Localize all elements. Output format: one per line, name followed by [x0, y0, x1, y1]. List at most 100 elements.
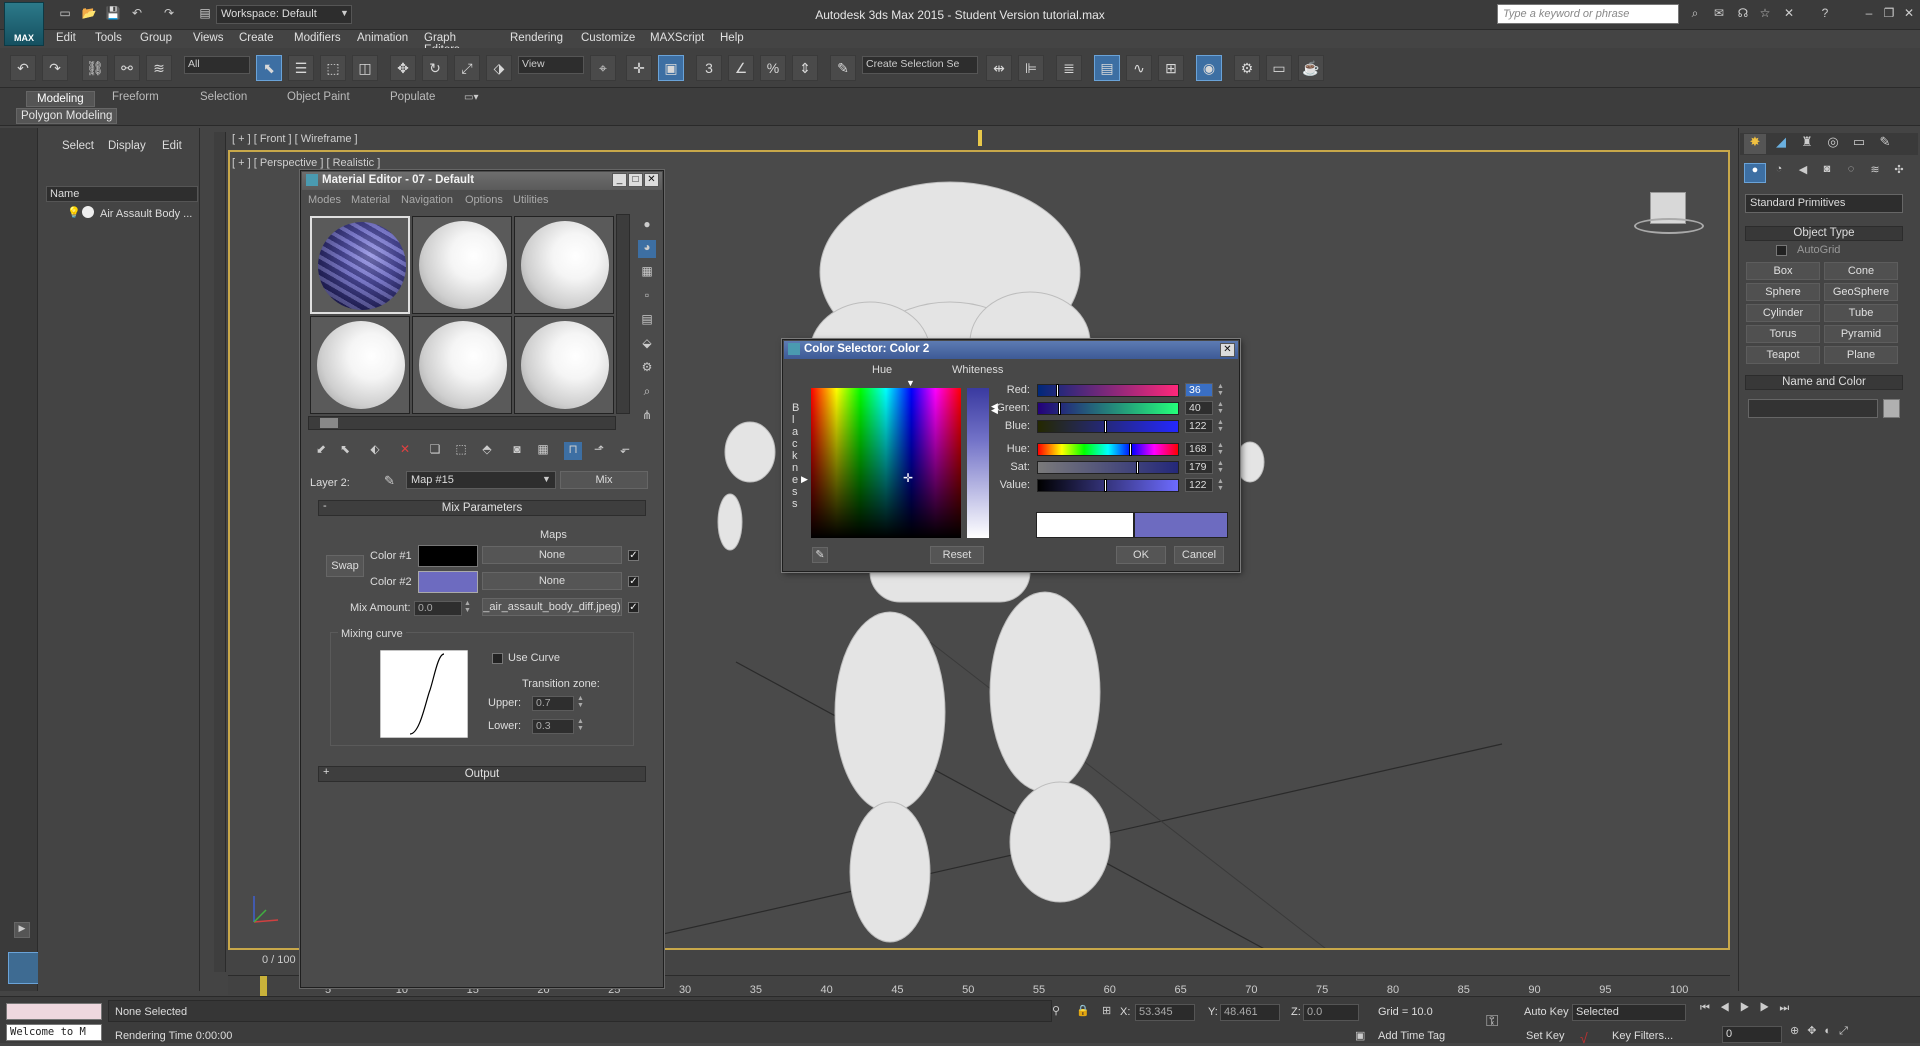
ribbon-tab-object-paint[interactable]: Object Paint: [287, 91, 350, 103]
material-map-navigator-icon[interactable]: ⋔: [638, 408, 656, 426]
spinner-snap-button[interactable]: ⇕: [792, 55, 818, 81]
scene-explorer-toggle-button[interactable]: ▤: [1094, 55, 1120, 81]
swap-button[interactable]: Swap: [326, 555, 364, 577]
favorites-star-icon[interactable]: ☆: [1756, 6, 1774, 22]
percent-snap-button[interactable]: %: [760, 55, 786, 81]
window-crossing-button[interactable]: ◫: [352, 55, 378, 81]
time-slider-thumb[interactable]: [260, 976, 267, 996]
ribbon-tab-selection[interactable]: Selection: [200, 91, 247, 103]
space-warps-icon[interactable]: ≋: [1864, 163, 1886, 183]
menu-views[interactable]: Views: [193, 32, 223, 44]
copy-material-icon[interactable]: ❏: [426, 442, 444, 460]
material-editor-button[interactable]: ◉: [1196, 55, 1222, 81]
sat-value[interactable]: 179: [1185, 460, 1213, 474]
angle-snap-button[interactable]: ∠: [728, 55, 754, 81]
go-forward-to-sibling-icon[interactable]: ⬐: [616, 442, 634, 460]
eyedropper-icon[interactable]: ✎: [384, 473, 395, 489]
scrollbar-thumb[interactable]: [320, 418, 338, 428]
layer-explorer-button[interactable]: ≣: [1056, 55, 1082, 81]
spinner-arrows-icon[interactable]: ▲ ▼: [1217, 419, 1226, 433]
mix-parameters-rollout[interactable]: Mix Parameters: [318, 500, 646, 516]
scene-explorer-tab-select[interactable]: Select: [62, 140, 94, 152]
selection-region-button[interactable]: ⬚: [320, 55, 346, 81]
output-rollout[interactable]: Output: [318, 766, 646, 782]
viewcube-ring[interactable]: [1634, 218, 1704, 234]
render-production-button[interactable]: ☕: [1298, 55, 1324, 81]
viewport-navigation-controls[interactable]: ⊕✥◐⤢: [1790, 1024, 1916, 1042]
med-menu-options[interactable]: Options: [465, 194, 503, 206]
exchange-icon[interactable]: ✕: [1780, 6, 1798, 22]
spinner-arrows-icon[interactable]: ▲ ▼: [577, 718, 584, 732]
green-value[interactable]: 40: [1185, 401, 1213, 415]
current-frame-field[interactable]: 0: [1722, 1026, 1782, 1043]
playback-controls[interactable]: ⏮◀▶▶⏭: [1700, 1002, 1910, 1020]
color1-swatch[interactable]: [418, 545, 478, 567]
show-map-in-viewport-icon[interactable]: ▦: [534, 442, 552, 460]
sample-uv-tiling-icon[interactable]: ▫: [638, 288, 656, 306]
set-key-curve-icon[interactable]: √: [1580, 1030, 1588, 1046]
maximize-icon[interactable]: □: [628, 173, 643, 187]
reset-button[interactable]: Reset: [930, 546, 984, 564]
close-icon[interactable]: ✕: [644, 173, 659, 187]
auto-key-button[interactable]: Auto Key: [1524, 1006, 1569, 1018]
hierarchy-tab-icon[interactable]: ♜: [1796, 134, 1818, 154]
spinner-arrows-icon[interactable]: ▲ ▼: [577, 695, 584, 709]
bind-space-warp-icon[interactable]: ≋: [146, 55, 172, 81]
show-end-result-icon[interactable]: ⊓: [564, 442, 582, 460]
menu-group[interactable]: Group: [140, 32, 172, 44]
key-mode-dropdown[interactable]: Selected: [1572, 1004, 1686, 1021]
spinner-arrows-icon[interactable]: ▲ ▼: [1217, 460, 1226, 474]
hue-slider-thumb[interactable]: [1129, 443, 1132, 456]
hue-pointer-icon[interactable]: ▼: [906, 378, 915, 388]
material-id-channel-icon[interactable]: ◙: [508, 442, 526, 460]
upper-spinner[interactable]: 0.7: [532, 696, 574, 711]
perspective-viewport-label[interactable]: [ + ] [ Perspective ] [ Realistic ]: [232, 157, 380, 169]
med-menu-utilities[interactable]: Utilities: [513, 194, 548, 206]
select-rotate-button[interactable]: ↻: [422, 55, 448, 81]
med-menu-navigation[interactable]: Navigation: [401, 194, 453, 206]
help-icon[interactable]: ?: [1816, 6, 1834, 22]
ok-button[interactable]: OK: [1116, 546, 1166, 564]
curve-editor-button[interactable]: ∿: [1126, 55, 1152, 81]
color1-map-button[interactable]: None: [482, 546, 622, 564]
scene-explorer-tab-edit[interactable]: Edit: [162, 140, 182, 152]
restore-icon[interactable]: ❐: [1880, 6, 1898, 22]
place-button[interactable]: ⬗: [486, 55, 512, 81]
med-menu-material[interactable]: Material: [351, 194, 390, 206]
menu-create[interactable]: Create: [239, 32, 274, 44]
select-object-button[interactable]: ⬉: [256, 55, 282, 81]
align-button[interactable]: ⊫: [1018, 55, 1044, 81]
make-unique-icon[interactable]: ⬚: [452, 442, 470, 460]
tube-button[interactable]: Tube: [1824, 304, 1898, 322]
slot-horizontal-scrollbar[interactable]: [308, 416, 616, 430]
shapes-icon[interactable]: ◔: [1768, 163, 1790, 183]
material-slot-4[interactable]: [310, 316, 410, 414]
link-icon[interactable]: ⛓: [82, 55, 108, 81]
object-color-swatch[interactable]: [1883, 399, 1900, 418]
spinner-arrows-icon[interactable]: ▲ ▼: [464, 600, 471, 614]
teapot-button[interactable]: Teapot: [1746, 346, 1820, 364]
isolate-icon[interactable]: ⚲: [1052, 1004, 1060, 1017]
display-tab-icon[interactable]: ▭: [1848, 134, 1870, 154]
helpers-icon[interactable]: ◌: [1840, 163, 1862, 183]
scene-item-air-assault-body[interactable]: Air Assault Body ...: [100, 208, 192, 220]
redo-icon[interactable]: ↷: [160, 6, 178, 22]
binoculars-icon[interactable]: ⌕: [1686, 6, 1704, 22]
original-color-swatch[interactable]: [1036, 512, 1134, 538]
pivot-center-button[interactable]: ⌖: [590, 55, 616, 81]
play-icon[interactable]: ▶: [14, 922, 30, 938]
background-checker-icon[interactable]: ▦: [638, 264, 656, 282]
mix-amount-spinner[interactable]: 0.0: [414, 601, 462, 616]
select-scale-button[interactable]: ⤢: [454, 55, 480, 81]
ribbon-tab-freeform[interactable]: Freeform: [112, 91, 159, 103]
material-slot-6[interactable]: [514, 316, 614, 414]
ribbon-options-icon[interactable]: ▭▾: [464, 92, 478, 103]
systems-icon[interactable]: ✣: [1888, 163, 1910, 183]
open-file-icon[interactable]: 📂: [80, 6, 98, 22]
chevron-down-icon[interactable]: ▼: [340, 8, 349, 18]
key-icon[interactable]: ⚿: [1486, 1013, 1498, 1031]
reference-coordinate-dropdown[interactable]: View: [518, 56, 584, 74]
unlink-icon[interactable]: ⚯: [114, 55, 140, 81]
undo-icon[interactable]: ↶: [128, 6, 146, 22]
ribbon-tab-populate[interactable]: Populate: [390, 91, 435, 103]
